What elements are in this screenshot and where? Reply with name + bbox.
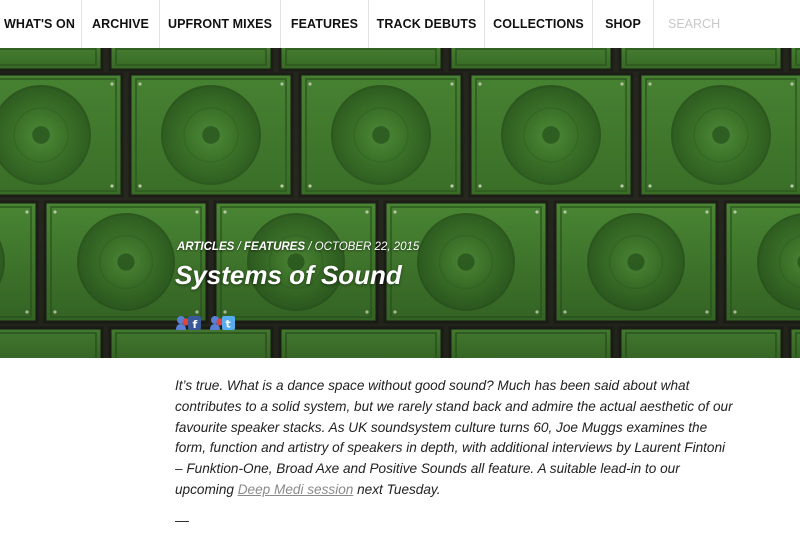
article-title: Systems of Sound (175, 260, 402, 290)
section-dash: — (175, 512, 189, 528)
category-link-articles[interactable]: ARTICLES (177, 241, 234, 253)
nav-archive[interactable]: ARCHIVE (82, 0, 160, 48)
hero-overlay (0, 48, 800, 358)
category-link-features[interactable]: FEATURES (244, 241, 305, 253)
nav-collections[interactable]: COLLECTIONS (485, 0, 593, 48)
article-date: OCTOBER 22, 2015 (314, 241, 420, 253)
intro-end-text: next Tuesday. (357, 481, 441, 497)
meta-separator: / (308, 241, 312, 253)
svg-text:t: t (226, 318, 231, 331)
svg-text:f: f (193, 318, 198, 331)
twitter-share-button[interactable]: t (209, 312, 237, 332)
deep-medi-session-link[interactable]: Deep Medi session (238, 482, 354, 497)
nav-shop[interactable]: SHOP (593, 0, 654, 48)
search-input[interactable] (654, 0, 800, 48)
hero-banner: ARTICLES / FEATURES / OCTOBER 22, 2015 S… (0, 48, 800, 358)
nav-track-debuts[interactable]: TRACK DEBUTS (369, 0, 485, 48)
nav-features[interactable]: FEATURES (281, 0, 369, 48)
article-intro: It’s true. What is a dance space without… (175, 376, 735, 501)
twitter-share-icon: t (210, 316, 235, 331)
facebook-share-icon: f (176, 316, 201, 331)
nav-whats-on[interactable]: WHAT'S ON (0, 0, 82, 48)
main-nav: WHAT'S ON ARCHIVE UPFRONT MIXES FEATURES… (0, 0, 800, 49)
intro-text: It’s true. What is a dance space without… (175, 378, 733, 497)
facebook-share-button[interactable]: f (175, 312, 203, 332)
nav-upfront-mixes[interactable]: UPFRONT MIXES (160, 0, 281, 48)
meta-separator: / (237, 241, 241, 253)
article-meta: ARTICLES / FEATURES / OCTOBER 22, 2015 (177, 241, 419, 253)
